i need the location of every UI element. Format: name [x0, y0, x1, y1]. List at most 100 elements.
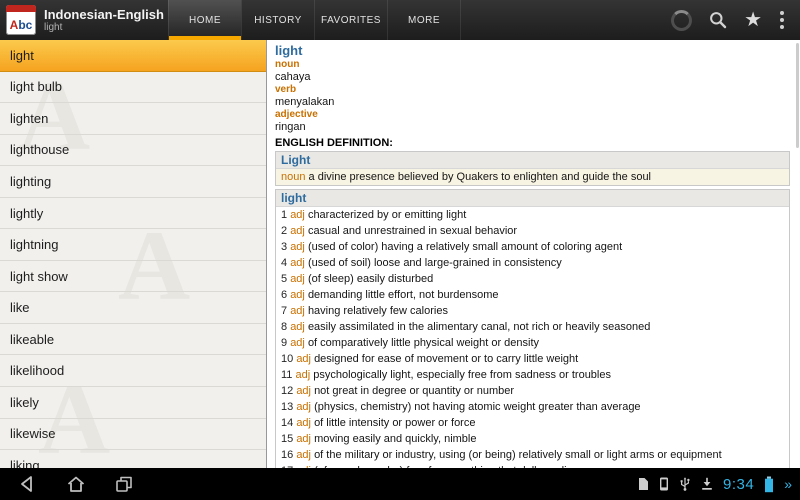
- app-icon-letter-red: A: [10, 15, 19, 35]
- entry-pos: adj: [290, 337, 305, 349]
- word-list-item[interactable]: lighting: [0, 166, 266, 198]
- tab-label: FAVORITES: [321, 15, 381, 26]
- app-title: Indonesian-English: [44, 7, 168, 22]
- translation-value: cahaya: [275, 71, 790, 84]
- storage-icon: [638, 477, 649, 491]
- word-list-item[interactable]: liking: [0, 450, 266, 468]
- entry-number: 3: [281, 241, 287, 253]
- definition-entry: 14 adj of little intensity or power or f…: [276, 415, 789, 431]
- star-icon[interactable]: ★: [744, 10, 762, 30]
- entry-text: (of sleep) easily disturbed: [308, 273, 433, 285]
- download-icon: [701, 477, 713, 491]
- definition-entry: noun a divine presence believed by Quake…: [276, 169, 789, 185]
- app-subtitle: light: [44, 22, 168, 34]
- overflow-menu-icon[interactable]: [778, 9, 786, 31]
- english-definition-label: ENGLISH DEFINITION:: [275, 136, 790, 150]
- word-list-item[interactable]: like: [0, 292, 266, 324]
- tab-label: HISTORY: [254, 15, 302, 26]
- entry-pos: adj: [290, 209, 305, 221]
- entry-text: easily assimilated in the alimentary can…: [308, 321, 650, 333]
- word-list-item[interactable]: light show: [0, 261, 266, 293]
- definition-pane: light noun cahaya verb menyalakan adject…: [267, 40, 800, 468]
- word-list-item[interactable]: lightly: [0, 198, 266, 230]
- entry-number: 14: [281, 417, 293, 429]
- word-list: lightlight bulb lighten lighthouse lighting…: [0, 40, 266, 468]
- word-label: like: [10, 300, 30, 315]
- translation: noun cahaya: [275, 59, 790, 84]
- word-list-item[interactable]: lightning: [0, 229, 266, 261]
- tab-history[interactable]: HISTORY: [241, 0, 314, 40]
- definition-entry: 8 adj easily assimilated in the alimenta…: [276, 319, 789, 335]
- entry-number: 2: [281, 225, 287, 237]
- word-list-item[interactable]: likely: [0, 387, 266, 419]
- app-icon[interactable]: Abc: [6, 5, 36, 35]
- definition-entry: 10 adj designed for ease of movement or …: [276, 351, 789, 367]
- app-icon-letters-blue: bc: [18, 15, 32, 35]
- entry-pos: adj: [290, 305, 305, 317]
- word-list-item[interactable]: likewise: [0, 419, 266, 451]
- word-list-item[interactable]: lighten: [0, 103, 266, 135]
- entry-number: 11: [281, 369, 292, 381]
- entry-number: 13: [281, 401, 293, 413]
- entry-number: 16: [281, 449, 293, 461]
- word-label: light show: [10, 269, 68, 284]
- entry-number: 15: [281, 433, 293, 445]
- status-tray[interactable]: 9:34 »: [638, 476, 800, 493]
- entry-pos: adj: [296, 385, 311, 397]
- sync-ring: [671, 10, 692, 31]
- word-list-item[interactable]: light bulb: [0, 72, 266, 104]
- entry-number: 7: [281, 305, 287, 317]
- entry-text: of the military or industry, using (or b…: [314, 449, 722, 461]
- entry-number: 1: [281, 209, 287, 221]
- word-list-item[interactable]: light: [0, 40, 266, 72]
- scrollbar-thumb[interactable]: [796, 43, 799, 148]
- entry-number: 5: [281, 273, 287, 285]
- tab-favorites[interactable]: FAVORITES: [314, 0, 387, 40]
- word-label: lighting: [10, 174, 51, 189]
- word-label: likelihood: [10, 363, 64, 378]
- entry-text: demanding little effort, not burdensome: [308, 289, 499, 301]
- back-icon[interactable]: [16, 472, 40, 496]
- definition-section-entries: 1 adj characterized by or emitting light…: [276, 207, 789, 468]
- definition-entry: 6 adj demanding little effort, not burde…: [276, 287, 789, 303]
- definition-section-header: light: [276, 190, 789, 207]
- battery-icon: [764, 476, 774, 493]
- entry-number: 17: [281, 465, 293, 468]
- word-label: likely: [10, 395, 39, 410]
- home-icon[interactable]: [64, 472, 88, 496]
- usb-icon: [679, 477, 691, 491]
- word-list-item[interactable]: lighthouse: [0, 135, 266, 167]
- word-list-item[interactable]: likelihood: [0, 355, 266, 387]
- entry-pos: adj: [290, 321, 305, 333]
- part-of-speech-label: noun: [275, 59, 790, 71]
- tab-label: HOME: [189, 15, 221, 26]
- entry-text: having relatively few calories: [308, 305, 448, 317]
- entry-pos: noun: [281, 171, 305, 183]
- definition-entry: 2 adj casual and unrestrained in sexual …: [276, 223, 789, 239]
- tab-more[interactable]: MORE: [387, 0, 461, 40]
- entry-text: (physics, chemistry) not having atomic w…: [314, 401, 641, 413]
- entry-number: 9: [281, 337, 287, 349]
- word-label: likeable: [10, 332, 54, 347]
- search-icon[interactable]: [708, 10, 728, 30]
- definition-sections: Light noun a divine presence believed by…: [275, 151, 790, 468]
- clock: 9:34: [723, 476, 754, 493]
- recents-icon[interactable]: [112, 472, 136, 496]
- definition-entry: 12 adj not great in degree or quantity o…: [276, 383, 789, 399]
- entry-number: 6: [281, 289, 287, 301]
- entry-text: of little intensity or power or force: [314, 417, 475, 429]
- entry-pos: adj: [290, 289, 305, 301]
- word-list-item[interactable]: likeable: [0, 324, 266, 356]
- definition-section: Light noun a divine presence believed by…: [275, 151, 790, 186]
- sync-icon[interactable]: [671, 10, 692, 31]
- translation-value: menyalakan: [275, 96, 790, 109]
- definition-entry: 13 adj (physics, chemistry) not having a…: [276, 399, 789, 415]
- entry-number: 10: [281, 353, 293, 365]
- definition-section-entries: noun a divine presence believed by Quake…: [276, 169, 789, 185]
- part-of-speech-label: verb: [275, 84, 790, 96]
- word-label: lightly: [10, 206, 43, 221]
- entry-pos: adj: [290, 225, 305, 237]
- word-label: lighten: [10, 111, 48, 126]
- definition-entry: 16 adj of the military or industry, usin…: [276, 447, 789, 463]
- tab-home[interactable]: HOME: [168, 0, 241, 40]
